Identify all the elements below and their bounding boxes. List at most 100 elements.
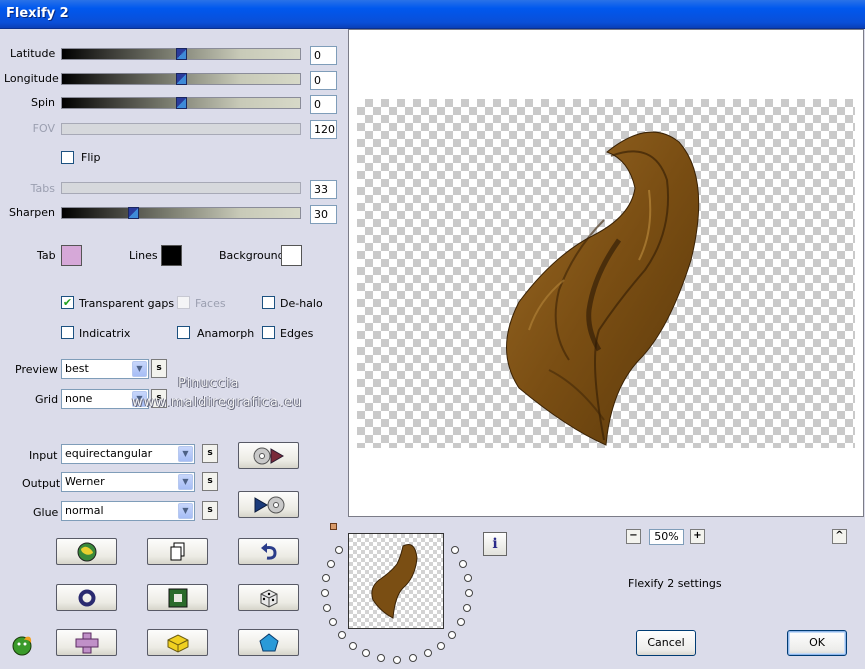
flexify-logo (10, 631, 36, 657)
indicatrix-checkbox[interactable] (61, 326, 74, 339)
latitude-input[interactable]: 0 (310, 46, 337, 65)
random-button[interactable] (56, 538, 117, 565)
preview-label: Preview (15, 363, 58, 376)
ring-dot[interactable] (393, 656, 401, 664)
ring-dot[interactable] (377, 654, 385, 662)
chevron-down-icon[interactable]: ▼ (178, 446, 193, 462)
ring-dot[interactable] (465, 589, 473, 597)
chevron-down-icon[interactable]: ▼ (178, 503, 193, 519)
document-icon (170, 542, 184, 560)
check-mark-icon: ✔ (62, 296, 73, 309)
chevron-down-icon[interactable]: ▼ (178, 474, 193, 490)
ring-dot[interactable] (322, 574, 330, 582)
chevron-down-icon[interactable]: ▼ (132, 361, 147, 377)
collapse-button[interactable]: ^ (832, 529, 847, 544)
ring-dot[interactable] (464, 574, 472, 582)
ring-dot[interactable] (448, 631, 456, 639)
pentagon-button[interactable] (238, 629, 299, 656)
glue-s-button[interactable]: s (202, 501, 218, 520)
earth-icon (77, 542, 96, 561)
sharpen-input[interactable]: 30 (310, 205, 337, 224)
copy-button[interactable] (147, 538, 208, 565)
flip-label: Flip (81, 151, 101, 164)
undo-icon (260, 542, 277, 560)
zoom-in-button[interactable]: + (690, 529, 705, 544)
input-select[interactable]: equirectangular ▼ (61, 444, 195, 464)
thumbnail-preview[interactable] (348, 533, 444, 629)
ring-dot[interactable] (362, 649, 370, 657)
undo-button[interactable] (238, 538, 299, 565)
tab-color-swatch[interactable] (61, 245, 82, 266)
zoom-out-button[interactable]: − (626, 529, 641, 544)
ring-dot[interactable] (424, 649, 432, 657)
de-halo-label: De-halo (280, 297, 323, 310)
lines-color-label: Lines (129, 249, 158, 262)
transparent-gaps-label: Transparent gaps (79, 297, 175, 310)
ring-button[interactable] (56, 584, 117, 611)
latitude-slider-thumb[interactable] (176, 48, 187, 60)
play-from-disc-button[interactable] (238, 442, 299, 469)
faces-label: Faces (195, 297, 226, 310)
ring-dot[interactable] (437, 642, 445, 650)
ring-dot[interactable] (323, 604, 331, 612)
cancel-button[interactable]: Cancel (636, 630, 696, 656)
background-color-swatch[interactable] (281, 245, 302, 266)
output-s-button[interactable]: s (202, 472, 218, 491)
ring-dot[interactable] (327, 560, 335, 568)
longitude-slider[interactable] (61, 73, 301, 85)
preview-select[interactable]: best ▼ (61, 359, 149, 379)
ring-dot[interactable] (338, 631, 346, 639)
latitude-slider[interactable] (61, 48, 301, 60)
flip-checkbox[interactable] (61, 151, 74, 164)
info-icon: i (492, 536, 498, 552)
pentagon-icon (258, 632, 279, 651)
dice-icon (260, 588, 277, 608)
watermark-url: www.maldiregrafica.eu (132, 395, 303, 410)
ok-button[interactable]: OK (787, 630, 847, 656)
longitude-slider-thumb[interactable] (176, 73, 187, 85)
ring-dot[interactable] (321, 589, 329, 597)
ring-dot[interactable] (349, 642, 357, 650)
ring-dot[interactable] (463, 604, 471, 612)
tabs-label: Tabs (30, 182, 55, 195)
play-to-disc-button[interactable] (238, 491, 299, 518)
preview-panel[interactable] (348, 29, 864, 517)
cube-icon (167, 633, 188, 653)
indicatrix-label: Indicatrix (79, 327, 131, 340)
lines-color-swatch[interactable] (161, 245, 182, 266)
ring-handle[interactable] (330, 523, 337, 530)
preview-select-value: best (65, 362, 89, 375)
cross-button[interactable] (56, 629, 117, 656)
cube-button[interactable] (147, 629, 208, 656)
thumbnail-image (371, 544, 418, 619)
anamorph-checkbox[interactable] (177, 326, 190, 339)
edges-checkbox[interactable] (262, 326, 275, 339)
square-frame-icon (168, 588, 187, 607)
grid-select-value: none (65, 392, 93, 405)
transparent-gaps-checkbox[interactable]: ✔ (61, 296, 74, 309)
output-label: Output (22, 477, 61, 490)
ring-dot[interactable] (451, 546, 459, 554)
ring-dot[interactable] (457, 618, 465, 626)
preview-s-button[interactable]: s (151, 359, 167, 378)
spin-slider[interactable] (61, 97, 301, 109)
input-s-button[interactable]: s (202, 444, 218, 463)
ring-dot[interactable] (335, 546, 343, 554)
spin-slider-thumb[interactable] (176, 97, 187, 109)
ring-dot[interactable] (409, 654, 417, 662)
info-button[interactable]: i (483, 532, 507, 556)
ring-dot[interactable] (329, 618, 337, 626)
dice-button[interactable] (238, 584, 299, 611)
ring-dot[interactable] (459, 560, 467, 568)
longitude-label: Longitude (4, 72, 59, 85)
square-button[interactable] (147, 584, 208, 611)
sharpen-slider[interactable] (61, 207, 301, 219)
sharpen-slider-thumb[interactable] (128, 207, 139, 219)
glue-select[interactable]: normal ▼ (61, 501, 195, 521)
longitude-input[interactable]: 0 (310, 71, 337, 90)
spin-input[interactable]: 0 (310, 95, 337, 114)
faces-checkbox (177, 296, 190, 309)
output-select[interactable]: Werner ▼ (61, 472, 195, 492)
de-halo-checkbox[interactable] (262, 296, 275, 309)
fov-input: 120 (310, 120, 337, 139)
